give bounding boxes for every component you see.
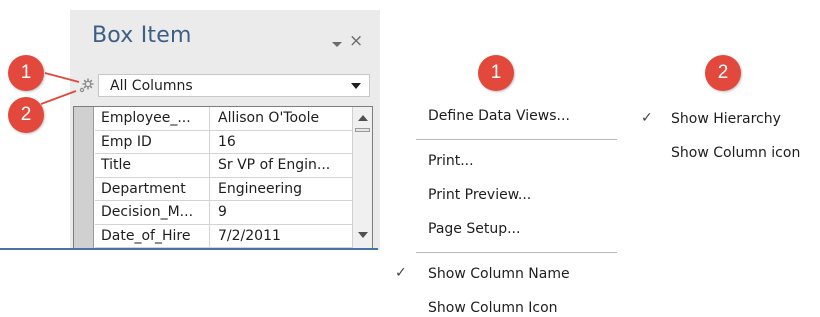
menu1-callout-badge: 1 (478, 55, 514, 91)
field-value-cell[interactable]: 16 (211, 131, 352, 154)
field-value-cell[interactable]: Allison O'Toole (211, 107, 352, 130)
vertical-scrollbar[interactable] (352, 107, 372, 248)
define-data-views-menu-item[interactable]: Define Data Views... (428, 108, 570, 124)
field-name-cell: Title (95, 154, 210, 177)
field-value-cell[interactable]: 7/2/2011 (211, 225, 352, 248)
view-select-dropdown[interactable]: All Columns (98, 74, 370, 97)
check-icon: ✓ (395, 265, 407, 281)
chevron-down-icon[interactable] (351, 83, 361, 89)
menu1-separator (416, 252, 617, 253)
table-row[interactable]: Title Sr VP of Engin... (95, 154, 352, 178)
field-name-cell: Date_of_Hire (95, 224, 210, 248)
field-value-cell[interactable]: Sr VP of Engin... (211, 154, 352, 177)
view-select-value: All Columns (110, 78, 193, 94)
page-setup-menu-item[interactable]: Page Setup... (428, 221, 520, 237)
check-icon: ✓ (641, 110, 653, 126)
property-grid-rows: Employee_... Allison O'Toole Emp ID 16 T… (95, 107, 352, 248)
table-row[interactable]: Employee_... Allison O'Toole (95, 107, 352, 131)
show-hierarchy-menu-item[interactable]: Show Hierarchy (671, 111, 781, 127)
field-name-cell: Department (95, 177, 210, 201)
property-grid: Employee_... Allison O'Toole Emp ID 16 T… (73, 106, 373, 249)
field-name-cell: Emp ID (95, 130, 210, 154)
show-column-icon-menu-item[interactable]: Show Column Icon (428, 300, 558, 316)
show-column-name-menu-item[interactable]: Show Column Name (428, 266, 570, 282)
field-value-cell[interactable]: Engineering (211, 178, 352, 201)
menu1-separator (416, 139, 617, 140)
gear-icon[interactable] (77, 77, 95, 95)
menu2-callout-badge: 2 (705, 55, 741, 91)
panel-title: Box Item (92, 23, 192, 48)
table-row[interactable]: Date_of_Hire 7/2/2011 (95, 224, 352, 248)
table-row[interactable]: Decision_M... 9 (95, 201, 352, 225)
panel-toolbar: All Columns (70, 72, 380, 100)
row-header-column (74, 107, 94, 248)
field-name-cell: Decision_M... (95, 201, 210, 224)
field-name-cell: Employee_... (95, 107, 210, 130)
print-preview-menu-item[interactable]: Print Preview... (428, 187, 531, 203)
table-row[interactable]: Emp ID 16 (95, 130, 352, 154)
show-column-icon-menu-item[interactable]: Show Column icon (671, 145, 800, 161)
scroll-up-icon[interactable] (355, 110, 371, 126)
callout-badge-2: 2 (8, 97, 44, 133)
close-icon[interactable]: × (349, 31, 363, 51)
field-value-cell[interactable]: 9 (211, 201, 352, 224)
scroll-down-icon[interactable] (355, 227, 371, 243)
print-menu-item[interactable]: Print... (428, 153, 474, 169)
box-item-panel: Box Item × All Columns Employee_... Alli… (70, 10, 380, 250)
panel-bottom-divider (0, 248, 378, 250)
scrollbar-thumb[interactable] (355, 128, 370, 132)
panel-menu-dropdown-icon[interactable] (332, 42, 342, 47)
table-row[interactable]: Department Engineering (95, 177, 352, 201)
callout-badge-1: 1 (8, 55, 44, 91)
